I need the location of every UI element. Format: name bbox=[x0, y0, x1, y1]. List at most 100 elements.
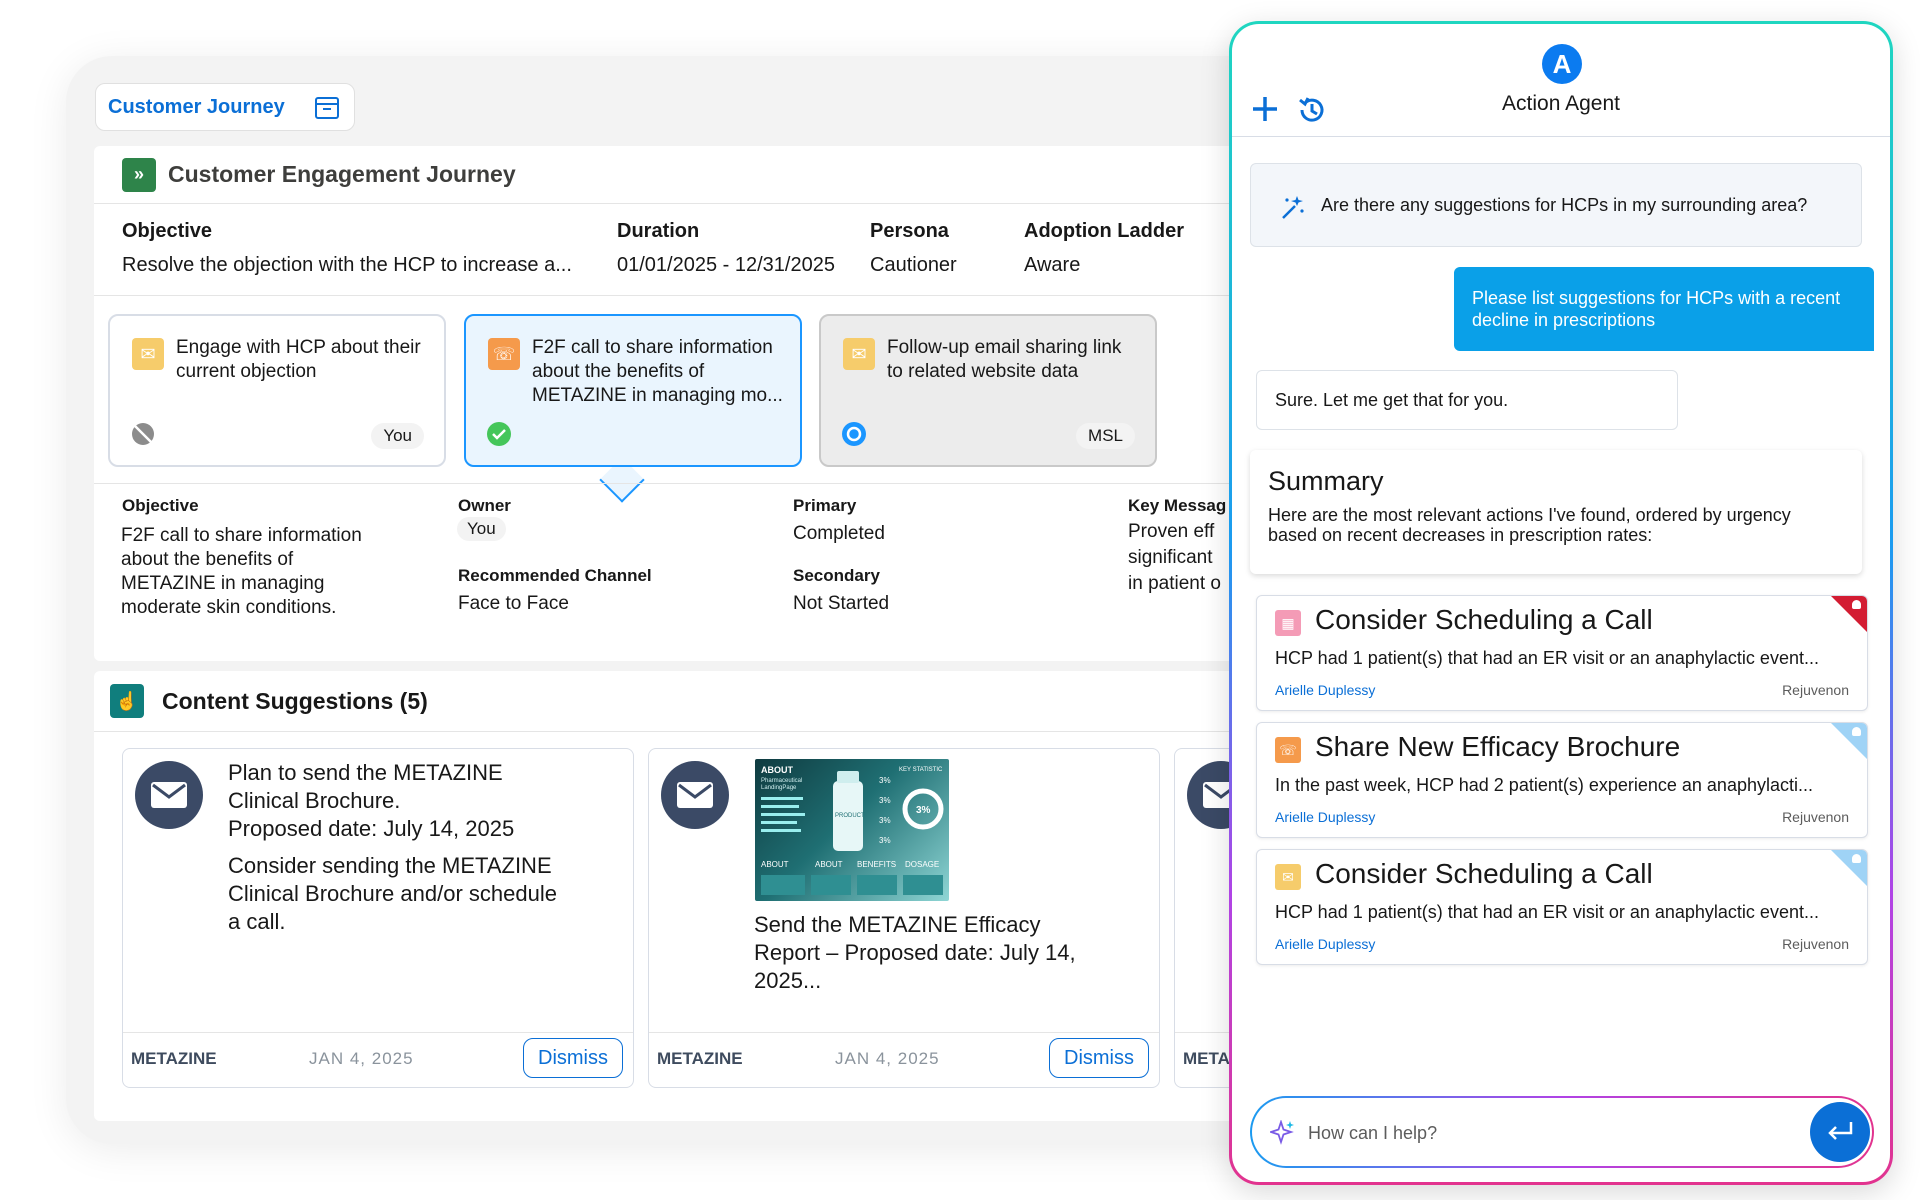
email-icon: ✉ bbox=[132, 338, 164, 370]
step-text: F2F call to share information about the … bbox=[532, 337, 783, 406]
summary-text: Here are the most relevant actions I've … bbox=[1268, 505, 1791, 545]
email-icon: ✉ bbox=[1275, 864, 1301, 890]
archive-icon[interactable] bbox=[314, 95, 340, 121]
recommendation-owner-link[interactable]: Arielle Duplessy bbox=[1275, 936, 1375, 952]
suggestion-card[interactable]: ABOUT Pharmaceutical LandingPage PRODUCT… bbox=[648, 748, 1160, 1088]
bell-icon bbox=[1852, 854, 1861, 863]
history-icon[interactable] bbox=[1296, 94, 1328, 126]
dismiss-button[interactable]: Dismiss bbox=[523, 1038, 623, 1078]
call-icon: ☏ bbox=[1275, 737, 1301, 763]
tab-label: Customer Journey bbox=[108, 95, 285, 118]
in-progress-icon bbox=[842, 422, 866, 446]
duration-label: Duration bbox=[617, 220, 700, 242]
svg-text:ABOUT: ABOUT bbox=[815, 860, 843, 869]
svg-text:KEY STATISTIC: KEY STATISTIC bbox=[899, 767, 943, 773]
recommendation-card[interactable]: ✉ Consider Scheduling a Call HCP had 1 p… bbox=[1256, 849, 1868, 965]
svg-text:ABOUT: ABOUT bbox=[761, 860, 789, 869]
svg-text:3%: 3% bbox=[916, 805, 931, 816]
svg-text:3%: 3% bbox=[879, 776, 891, 785]
suggestion-card[interactable]: Plan to send the METAZINE Clinical Broch… bbox=[122, 748, 634, 1088]
prompt-text: Are there any suggestions for HCPs in my… bbox=[1321, 194, 1808, 215]
adoption-ladder-value: Aware bbox=[1024, 254, 1081, 276]
detail-owner-pill: You bbox=[457, 517, 506, 541]
persona-value: Cautioner bbox=[870, 254, 957, 276]
svg-text:3%: 3% bbox=[879, 836, 891, 845]
agent-header: A Action Agent bbox=[1232, 24, 1890, 137]
suggestion-brand: METAZINE bbox=[657, 1049, 743, 1068]
suggestion-date: JAN 4, 2025 bbox=[835, 1049, 940, 1068]
suggestion-brand: METAZINE bbox=[131, 1049, 217, 1068]
recommendation-body: HCP had 1 patient(s) that had an ER visi… bbox=[1275, 648, 1819, 668]
suggested-prompt[interactable]: Are there any suggestions for HCPs in my… bbox=[1250, 163, 1862, 247]
svg-text:PRODUCT: PRODUCT bbox=[835, 813, 865, 819]
calendar-icon: ▦ bbox=[1275, 610, 1301, 636]
suggestion-text: Send the METAZINE Efficacy Report – Prop… bbox=[754, 912, 1076, 993]
detail-objective-value: F2F call to share information about the … bbox=[121, 525, 362, 618]
dismiss-button[interactable]: Dismiss bbox=[1049, 1038, 1149, 1078]
priority-flag bbox=[1831, 596, 1867, 632]
tab-customer-journey[interactable]: Customer Journey bbox=[95, 83, 355, 131]
recommendation-owner-link[interactable]: Arielle Duplessy bbox=[1275, 682, 1375, 698]
detail-secondary-value: Not Started bbox=[793, 593, 890, 614]
suggestion-date: JAN 4, 2025 bbox=[309, 1049, 414, 1068]
magic-wand-icon bbox=[1282, 196, 1304, 219]
detail-key-message-label: Key Messag bbox=[1128, 496, 1227, 515]
journey-step[interactable]: ✉ Follow-up email sharing link to relate… bbox=[819, 314, 1157, 467]
recommendation-card[interactable]: ☏ Share New Efficacy Brochure In the pas… bbox=[1256, 722, 1868, 838]
detail-channel-value: Face to Face bbox=[458, 593, 569, 614]
svg-text:ABOUT: ABOUT bbox=[761, 765, 793, 775]
journey-step-selected[interactable]: ☏ F2F call to share information about th… bbox=[464, 314, 802, 467]
svg-text:BENEFITS: BENEFITS bbox=[857, 860, 896, 869]
recommendation-title: Consider Scheduling a Call bbox=[1315, 858, 1653, 889]
recommendation-body: HCP had 1 patient(s) that had an ER visi… bbox=[1275, 902, 1819, 922]
efficacy-report-thumbnail[interactable]: ABOUT Pharmaceutical LandingPage PRODUCT… bbox=[755, 759, 949, 901]
agent-input[interactable] bbox=[1306, 1116, 1770, 1150]
call-icon: ☏ bbox=[488, 338, 520, 370]
suggestion-brand: META bbox=[1183, 1049, 1230, 1068]
detail-objective-label: Objective bbox=[122, 496, 199, 515]
recommendation-product: Rejuvenon bbox=[1782, 936, 1849, 952]
agent-input-box bbox=[1250, 1096, 1874, 1168]
owner-pill: MSL bbox=[1076, 423, 1135, 449]
adoption-ladder-label: Adoption Ladder bbox=[1024, 220, 1184, 242]
recommendation-owner-link[interactable]: Arielle Duplessy bbox=[1275, 809, 1375, 825]
detail-primary-label: Primary bbox=[793, 496, 857, 515]
svg-text:Pharmaceutical: Pharmaceutical bbox=[761, 778, 802, 784]
bell-icon bbox=[1852, 727, 1861, 736]
suggestion-text: Plan to send the METAZINE Clinical Broch… bbox=[228, 760, 557, 934]
detail-key-message-line: Proven eff bbox=[1128, 521, 1215, 542]
svg-text:DOSAGE: DOSAGE bbox=[905, 860, 939, 869]
agent-logo-icon: A bbox=[1542, 44, 1582, 84]
duration-value: 01/01/2025 - 12/31/2025 bbox=[617, 254, 835, 276]
objective-value: Resolve the objection with the HCP to in… bbox=[122, 254, 572, 276]
summary-title: Summary bbox=[1268, 466, 1384, 496]
send-button[interactable] bbox=[1810, 1102, 1870, 1162]
svg-text:3%: 3% bbox=[879, 816, 891, 825]
detail-key-message-line: significant bbox=[1128, 547, 1213, 568]
owner-pill: You bbox=[371, 423, 424, 449]
objective-label: Objective bbox=[122, 220, 213, 242]
recommendation-body: In the past week, HCP had 2 patient(s) e… bbox=[1275, 775, 1813, 795]
detail-key-message-line: in patient o bbox=[1128, 573, 1221, 594]
suggestion-footer: METAZINE JAN 4, 2025 Dismiss bbox=[649, 1032, 1159, 1087]
recommendation-card[interactable]: ▦ Consider Scheduling a Call HCP had 1 p… bbox=[1256, 595, 1868, 711]
bell-icon bbox=[1852, 600, 1861, 609]
recommendation-product: Rejuvenon bbox=[1782, 809, 1849, 825]
step-text: Follow-up email sharing link to related … bbox=[887, 337, 1122, 382]
detail-owner-label: Owner bbox=[458, 496, 511, 515]
summary-card: Summary Here are the most relevant actio… bbox=[1250, 450, 1862, 574]
enter-icon bbox=[1828, 1122, 1853, 1140]
blocked-status-icon bbox=[132, 423, 154, 445]
email-icon: ✉ bbox=[843, 338, 875, 370]
user-message: Please list suggestions for HCPs with a … bbox=[1454, 267, 1874, 351]
journey-step[interactable]: ✉ Engage with HCP about their current ob… bbox=[108, 314, 446, 467]
suggestion-footer: METAZINE JAN 4, 2025 Dismiss bbox=[123, 1032, 633, 1087]
plus-icon[interactable] bbox=[1250, 94, 1280, 124]
journey-title: Customer Engagement Journey bbox=[168, 161, 516, 187]
email-avatar-icon bbox=[135, 761, 203, 829]
svg-text:3%: 3% bbox=[879, 796, 891, 805]
persona-label: Persona bbox=[870, 220, 949, 242]
recommendation-title: Consider Scheduling a Call bbox=[1315, 604, 1653, 635]
completed-check-icon bbox=[487, 422, 511, 446]
step-text: Engage with HCP about their current obje… bbox=[176, 337, 421, 382]
